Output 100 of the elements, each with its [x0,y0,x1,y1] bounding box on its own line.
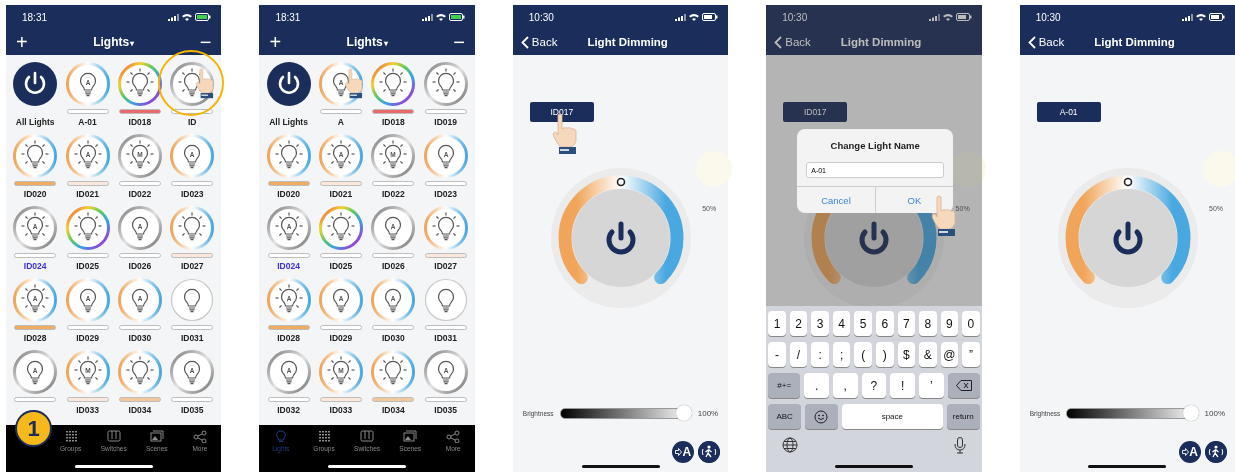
key[interactable]: : [811,342,829,367]
lights-dropdown[interactable]: Lights▾ [93,35,135,49]
bulb-icon[interactable] [13,206,58,250]
bulb-icon[interactable] [13,134,58,178]
key[interactable]: ! [890,373,915,398]
bulb-icon[interactable] [65,134,110,178]
light-name-button[interactable]: ID017 [529,102,594,122]
bulb-icon[interactable] [423,350,468,394]
bulb-icon[interactable] [170,134,215,178]
key[interactable]: @ [940,342,959,367]
key[interactable]: 0 [962,311,980,336]
key[interactable]: & [919,342,937,367]
bulb-icon[interactable] [266,350,311,394]
power-icon[interactable] [606,221,636,255]
bulb-icon[interactable] [371,206,416,250]
bulb-icon[interactable] [65,350,110,394]
bulb-icon[interactable] [371,134,416,178]
bulb-icon[interactable] [318,134,363,178]
key[interactable]: , [832,373,858,398]
bulb-icon[interactable] [371,350,416,394]
bulb-icon[interactable] [13,350,58,394]
bulb-icon[interactable] [318,278,363,322]
bulb-icon[interactable] [371,62,416,106]
auto-mode-button[interactable]: A [672,441,695,463]
bulb-icon[interactable] [423,134,468,178]
globe-icon[interactable] [782,437,799,453]
brightness-slider[interactable] [559,405,692,421]
key[interactable]: 9 [940,311,959,336]
bulb-icon[interactable] [371,278,416,322]
key[interactable]: 7 [897,311,916,336]
key[interactable]: 4 [832,311,851,336]
light-name-button[interactable]: ID017 [783,102,848,122]
dial-thumb[interactable] [1123,177,1132,187]
key[interactable]: 6 [875,311,894,336]
bulb-icon[interactable] [117,134,162,178]
add-button[interactable]: + [265,32,286,52]
bulb-icon[interactable] [318,350,363,394]
key[interactable]: ” [962,342,980,367]
power-icon[interactable] [859,221,889,255]
key[interactable]: ’ [918,373,944,398]
dial-thumb[interactable] [616,177,626,187]
key[interactable]: / [789,342,808,367]
bulb-icon[interactable] [117,350,162,394]
lights-dropdown[interactable]: Lights▾ [346,35,388,49]
motion-sensor-icon[interactable] [698,441,721,463]
all-lights-power-button[interactable] [13,62,58,106]
back-button[interactable]: Back [520,35,558,49]
key[interactable]: ABC [768,404,802,429]
bulb-icon[interactable] [423,206,468,250]
back-button[interactable]: Back [774,35,811,49]
key[interactable]: $ [897,342,916,367]
bulb-icon[interactable] [423,62,468,106]
light-name: ID022 [128,189,152,200]
bulb-icon[interactable] [13,278,58,322]
key[interactable]: ; [832,342,851,367]
back-button[interactable]: Back [1027,35,1065,49]
brightness-slider[interactable] [1066,405,1199,421]
auto-mode-button[interactable]: A [1179,441,1202,463]
backspace-key[interactable] [947,373,980,398]
bulb-icon[interactable] [266,134,311,178]
key[interactable]: ? [861,373,887,398]
cancel-button[interactable]: Cancel [797,187,875,213]
bulb-icon[interactable] [65,206,110,250]
key[interactable]: #+= [768,373,801,398]
key[interactable]: return [946,404,980,429]
microphone-icon[interactable] [953,437,966,454]
bulb-icon[interactable] [171,278,214,322]
key[interactable]: - [768,342,786,367]
status-time: 18:31 [22,11,48,23]
bulb-icon[interactable] [266,206,311,250]
bulb-icon[interactable] [266,278,311,322]
key[interactable]: 2 [789,311,808,336]
key[interactable]: ) [875,342,894,367]
space-key[interactable]: space [841,404,943,429]
key[interactable]: 3 [811,311,829,336]
key[interactable]: 5 [854,311,872,336]
bulb-icon[interactable] [117,206,162,250]
light-name-button[interactable]: A-01 [1036,102,1101,122]
key[interactable]: 8 [919,311,937,336]
bulb-icon[interactable] [170,206,215,250]
key[interactable]: 1 [768,311,786,336]
grid-icon [317,430,331,443]
bulb-icon[interactable] [65,62,110,106]
key[interactable]: . [804,373,829,398]
remove-button[interactable]: − [449,32,469,52]
add-button[interactable]: + [12,32,32,52]
bulb-icon[interactable] [117,62,162,106]
emoji-key[interactable] [805,404,838,429]
bulb-icon[interactable] [117,278,162,322]
key[interactable]: ( [854,342,872,367]
power-icon[interactable] [1113,221,1143,255]
remove-button[interactable]: − [195,32,216,52]
bulb-icon[interactable] [318,206,363,250]
all-lights-power-button[interactable] [266,62,311,106]
bulb-icon[interactable] [65,278,110,322]
motion-sensor-icon[interactable] [1205,441,1228,463]
bulb-icon[interactable] [424,278,467,322]
color-temperature-dial[interactable] [1057,168,1198,308]
color-temperature-dial[interactable] [550,168,691,308]
bulb-icon[interactable] [170,350,215,394]
